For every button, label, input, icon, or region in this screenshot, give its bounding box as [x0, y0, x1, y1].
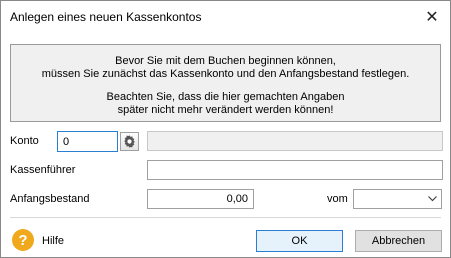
cancel-button[interactable]: Abbrechen: [355, 230, 442, 252]
chevron-down-icon[interactable]: [424, 190, 441, 208]
info-line-2: müssen Sie zunächst das Kassenkonto und …: [41, 68, 410, 80]
anfangsbestand-input[interactable]: 0,00: [147, 189, 254, 209]
vom-label: vom: [327, 193, 348, 205]
kassenfuehrer-label: Kassenführer: [10, 164, 76, 176]
info-line-1: Bevor Sie mit dem Buchen beginnen können…: [115, 55, 336, 67]
help-label[interactable]: Hilfe: [42, 235, 64, 247]
gear-icon: [124, 135, 135, 148]
info-box: Bevor Sie mit dem Buchen beginnen können…: [10, 44, 441, 122]
vom-date-select[interactable]: [353, 189, 442, 209]
info-line-3: Beachten Sie, dass die hier gemachten An…: [106, 91, 345, 103]
konto-label: Konto: [10, 135, 39, 147]
dialog-window: Anlegen eines neuen Kassenkontos ✕ Bevor…: [0, 0, 451, 258]
konto-select-button[interactable]: [120, 132, 139, 151]
dialog-title: Anlegen eines neuen Kassenkontos: [10, 10, 202, 24]
title-bar: Anlegen eines neuen Kassenkontos ✕: [1, 1, 450, 32]
help-icon[interactable]: ?: [12, 229, 34, 251]
konto-name-field: [147, 131, 443, 151]
ok-button[interactable]: OK: [256, 230, 343, 252]
footer-divider: [10, 217, 441, 218]
info-line-4: später nicht mehr verändert werden könne…: [117, 104, 334, 116]
close-icon[interactable]: ✕: [414, 1, 450, 32]
kassenfuehrer-input[interactable]: [147, 160, 443, 180]
anfangsbestand-label: Anfangsbestand: [10, 193, 90, 205]
konto-input[interactable]: 0: [57, 131, 118, 152]
